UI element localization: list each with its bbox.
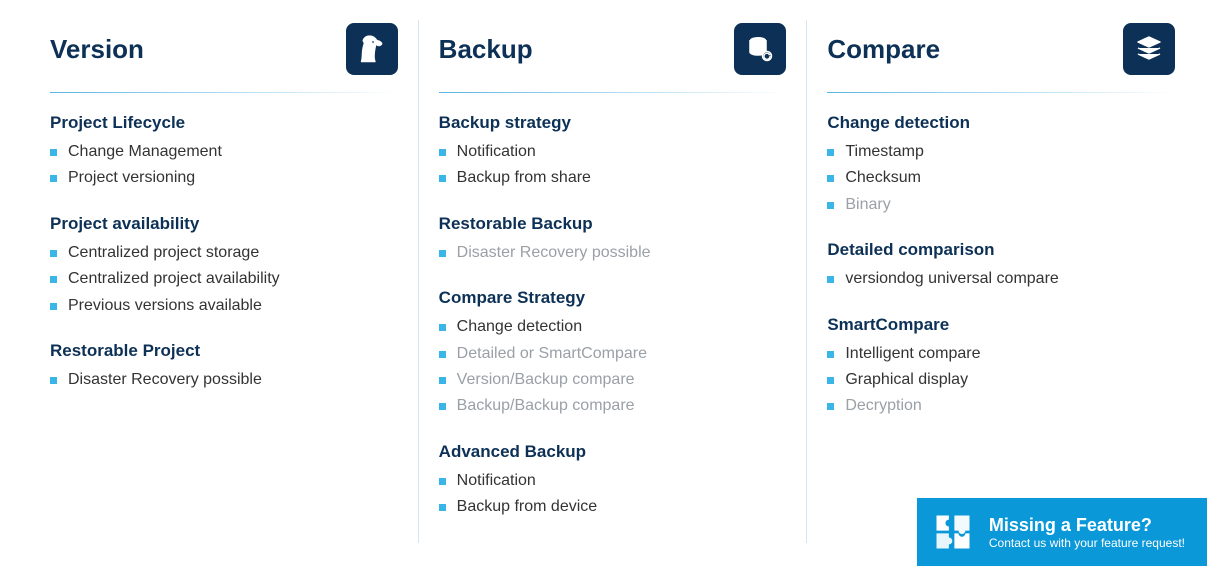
group-restorable-backup: Restorable Backup Disaster Recovery poss… [439, 214, 787, 266]
list-item: Centralized project availability [50, 266, 398, 292]
list-item: Change Management [50, 139, 398, 165]
list-item: Centralized project storage [50, 240, 398, 266]
list-item: Backup from share [439, 165, 787, 191]
cta-subtitle: Contact us with your feature request! [989, 536, 1185, 550]
divider [50, 92, 398, 93]
list-item: Disaster Recovery possible [50, 367, 398, 393]
divider [827, 92, 1175, 93]
column-title: Version [50, 34, 144, 65]
list-item: Decryption [827, 393, 1175, 419]
group-title: Project availability [50, 214, 398, 234]
list-item: Detailed or SmartCompare [439, 341, 787, 367]
feature-columns: Version Project Lifecycle Change Managem… [0, 0, 1225, 543]
list-item: Change detection [439, 314, 787, 340]
list-item: versiondog universal compare [827, 266, 1175, 292]
database-restore-icon [734, 23, 786, 75]
group-title: SmartCompare [827, 315, 1175, 335]
column-title: Backup [439, 34, 533, 65]
list-item: Project versioning [50, 165, 398, 191]
cta-text: Missing a Feature? Contact us with your … [989, 514, 1185, 551]
list-item: Notification [439, 468, 787, 494]
list-item: Backup from device [439, 494, 787, 520]
list-item: Timestamp [827, 139, 1175, 165]
group-restorable-project: Restorable Project Disaster Recovery pos… [50, 341, 398, 393]
list-item: Previous versions available [50, 293, 398, 319]
column-backup: Backup Backup strategy Notification Back… [418, 20, 808, 543]
column-header: Backup [439, 20, 787, 78]
group-project-lifecycle: Project Lifecycle Change Management Proj… [50, 113, 398, 192]
group-title: Advanced Backup [439, 442, 787, 462]
group-compare-strategy: Compare Strategy Change detection Detail… [439, 288, 787, 420]
group-change-detection: Change detection Timestamp Checksum Bina… [827, 113, 1175, 218]
group-smartcompare: SmartCompare Intelligent compare Graphic… [827, 315, 1175, 420]
list-item: Backup/Backup compare [439, 393, 787, 419]
column-header: Compare [827, 20, 1175, 78]
group-advanced-backup: Advanced Backup Notification Backup from… [439, 442, 787, 521]
divider [439, 92, 787, 93]
group-title: Detailed comparison [827, 240, 1175, 260]
missing-feature-banner[interactable]: Missing a Feature? Contact us with your … [917, 498, 1207, 566]
group-title: Change detection [827, 113, 1175, 133]
list-item: Notification [439, 139, 787, 165]
list-item: Intelligent compare [827, 341, 1175, 367]
group-backup-strategy: Backup strategy Notification Backup from… [439, 113, 787, 192]
list-item: Checksum [827, 165, 1175, 191]
column-title: Compare [827, 34, 940, 65]
column-compare: Compare Change detection Timestamp Check… [807, 20, 1195, 543]
group-project-availability: Project availability Centralized project… [50, 214, 398, 319]
puzzle-icon [931, 510, 975, 554]
group-title: Compare Strategy [439, 288, 787, 308]
group-detailed-comparison: Detailed comparison versiondog universal… [827, 240, 1175, 292]
list-item: Version/Backup compare [439, 367, 787, 393]
list-item: Binary [827, 192, 1175, 218]
group-title: Restorable Backup [439, 214, 787, 234]
group-title: Project Lifecycle [50, 113, 398, 133]
list-item: Disaster Recovery possible [439, 240, 787, 266]
column-header: Version [50, 20, 398, 78]
column-version: Version Project Lifecycle Change Managem… [30, 20, 418, 543]
layers-icon [1123, 23, 1175, 75]
cta-title: Missing a Feature? [989, 514, 1185, 537]
list-item: Graphical display [827, 367, 1175, 393]
group-title: Restorable Project [50, 341, 398, 361]
dog-icon [346, 23, 398, 75]
group-title: Backup strategy [439, 113, 787, 133]
